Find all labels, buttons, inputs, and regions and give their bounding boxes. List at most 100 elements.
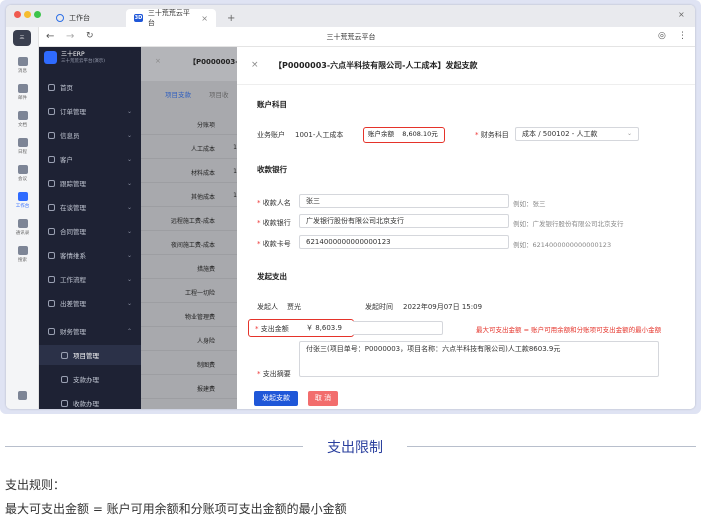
- close-tab-icon[interactable]: ×: [201, 14, 208, 23]
- drawer-title: 【P0000003-六点半科技有限公司-人工成本】发起支款: [274, 61, 478, 70]
- sidebar-label: 在谈管理: [60, 204, 86, 212]
- sidebar-item-contracts[interactable]: 合同管理 ⌄: [39, 221, 141, 241]
- chevron-down-icon: ⌄: [126, 299, 132, 307]
- sidebar-label: 首页: [60, 84, 73, 92]
- sidebar-label: 订单管理: [60, 108, 86, 116]
- section-bank: 收款银行: [257, 165, 287, 174]
- amount-label-text: 支出金额: [260, 325, 289, 333]
- rail-item-messages[interactable]: 消息: [6, 53, 39, 79]
- contract-icon: [48, 227, 55, 235]
- memo-label: * 支出摘要: [257, 369, 291, 379]
- chevron-down-icon: ⌄: [126, 227, 132, 235]
- sidebar-item-informants[interactable]: 信息员 ⌄: [39, 125, 141, 145]
- rail-item-mail[interactable]: 邮件: [6, 80, 39, 106]
- nav-bar: ← → ↻ 三十荒荒云平台 ◎ ⋮: [6, 27, 695, 47]
- travel-icon: [48, 299, 55, 307]
- sidebar-item-workflow[interactable]: 工作流程 ⌄: [39, 269, 141, 289]
- close-app-icon[interactable]: ×: [678, 10, 685, 19]
- rail-item-calendar[interactable]: 日程: [6, 134, 39, 160]
- biz-account-value: 1001-人工成本: [295, 131, 344, 139]
- receipt-icon: [61, 399, 68, 407]
- payment-icon: [61, 375, 68, 383]
- sidebar-item-negotiation[interactable]: 在谈管理 ⌄: [39, 197, 141, 217]
- payee-name-hint: 例如：张三: [513, 200, 546, 208]
- workflow-icon: [48, 275, 55, 283]
- chevron-down-icon: ⌄: [126, 131, 132, 139]
- cancel-button[interactable]: 取 消: [308, 391, 338, 406]
- time-label: 发起时间: [365, 303, 393, 311]
- user-icon: [48, 131, 55, 139]
- tab-project-payment[interactable]: 项目支款: [165, 89, 191, 99]
- sidebar-label: 工作流程: [60, 276, 86, 284]
- submit-button[interactable]: 发起支款: [254, 391, 298, 406]
- memo-textarea[interactable]: 付张三(项目单号：P0000003，项目名称：六点半科技有限公司)人工款8603…: [299, 341, 659, 377]
- rail-item-workbench[interactable]: 工作台: [6, 188, 39, 214]
- table-row: 人工成本 1: [141, 137, 237, 159]
- user-avatar[interactable]: 三: [13, 30, 31, 46]
- rail-item-search[interactable]: 搜索: [6, 242, 39, 268]
- calendar-icon: [17, 138, 28, 147]
- chevron-down-icon: ⌄: [126, 179, 132, 187]
- more-icon[interactable]: ⋮: [678, 31, 687, 42]
- tab-label: 三十荒荒云平台: [147, 9, 190, 27]
- card-number-hint: 例如：6214000000000000123: [513, 241, 612, 249]
- payee-bank-hint: 例如：广发银行股份有限公司北京支行: [513, 220, 624, 228]
- rail-label: 邮件: [18, 96, 27, 101]
- finance-icon: [48, 327, 55, 335]
- payment-drawer: × 【P0000003-六点半科技有限公司-人工成本】发起支款 账户科目 业务账…: [237, 47, 695, 409]
- sidebar-label: 支款办理: [73, 376, 99, 384]
- card-number-input[interactable]: 6214000000000000123: [299, 235, 509, 249]
- forward-arrow-icon[interactable]: →: [66, 31, 74, 42]
- sidebar-item-tracking[interactable]: 跟踪管理 ⌄: [39, 173, 141, 193]
- chevron-down-icon: ⌄: [626, 130, 632, 137]
- amount-label: * 支出金额: [255, 324, 289, 334]
- rail-label: 通讯录: [15, 231, 30, 236]
- section-payout: 发起支出: [257, 272, 287, 281]
- close-icon[interactable]: ×: [155, 57, 161, 65]
- rail-item-meeting[interactable]: 会议: [6, 161, 39, 187]
- refresh-icon[interactable]: ↻: [86, 31, 94, 42]
- left-rail: 三 消息 邮件 文档 日程 会议 工作台 通讯录 搜索: [6, 27, 39, 409]
- maximize-window-dot[interactable]: [34, 11, 41, 18]
- row-label: 夜间施工费-成本: [170, 242, 215, 249]
- table-row: 远程施工费-成本: [141, 209, 237, 231]
- globe-icon: [56, 14, 64, 22]
- tab-project-receipt[interactable]: 项目收: [209, 89, 229, 99]
- tab-workbench[interactable]: 工作台: [48, 9, 123, 27]
- contacts-icon: [17, 219, 28, 228]
- minimize-window-dot[interactable]: [24, 11, 31, 18]
- payee-bank-input[interactable]: 广发银行股份有限公司北京支行: [299, 214, 509, 228]
- mail-icon: [17, 84, 28, 93]
- grid-icon: [17, 192, 28, 201]
- sidebar-label: 项目管理: [73, 352, 99, 360]
- drawer-header: × 【P0000003-六点半科技有限公司-人工成本】发起支款: [237, 47, 695, 85]
- table-row: 措施费: [141, 257, 237, 279]
- sidebar-item-customers[interactable]: 客户 ⌄: [39, 149, 141, 169]
- search-icon: [17, 246, 28, 255]
- tab-platform[interactable]: 3D 三十荒荒云平台 ×: [126, 9, 216, 27]
- sidebar-item-relations[interactable]: 客情维系 ⌄: [39, 245, 141, 265]
- table-row: 材料成本 1: [141, 161, 237, 183]
- payee-name-input[interactable]: 张三: [299, 194, 509, 208]
- sidebar-label: 信息员: [60, 132, 80, 140]
- sidebar-item-payment[interactable]: 支款办理: [39, 369, 141, 389]
- amount-input-tail[interactable]: [353, 321, 443, 335]
- close-icon[interactable]: ×: [251, 60, 259, 70]
- target-icon[interactable]: ◎: [658, 31, 666, 42]
- subject-select[interactable]: 成本 / 500102 - 人工款 ⌄: [515, 127, 639, 141]
- sidebar-item-projects[interactable]: 项目管理: [39, 345, 141, 365]
- rail-item-docs[interactable]: 文档: [6, 107, 39, 133]
- card-number-label-text: 收款卡号: [262, 240, 291, 248]
- close-window-dot[interactable]: [14, 11, 21, 18]
- sidebar-item-home[interactable]: 首页: [39, 77, 141, 97]
- rail-item-contacts[interactable]: 通讯录: [6, 215, 39, 241]
- project-icon: [61, 351, 68, 359]
- sidebar-item-receipt[interactable]: 收款办理: [39, 393, 141, 409]
- sidebar-item-finance[interactable]: 财务管理 ⌃: [39, 321, 141, 341]
- back-arrow-icon[interactable]: ←: [46, 31, 54, 42]
- sidebar-item-travel[interactable]: 出差管理 ⌄: [39, 293, 141, 313]
- brand-subtitle: 三十荒荒云平台(演示): [61, 59, 106, 64]
- bank-icon[interactable]: [18, 391, 27, 400]
- sidebar-item-orders[interactable]: 订单管理 ⌄: [39, 101, 141, 121]
- new-tab-button[interactable]: +: [219, 9, 239, 27]
